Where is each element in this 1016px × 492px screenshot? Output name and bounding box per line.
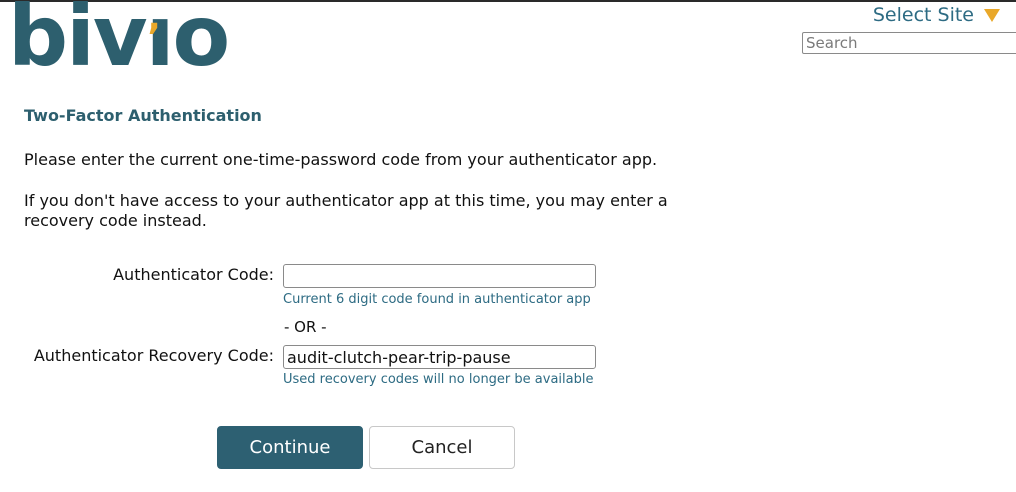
page: bivı,o ™ Select Site Two-Factor Authenti… xyxy=(0,0,1016,492)
authenticator-code-label: Authenticator Code: xyxy=(113,265,274,284)
bivio-logo[interactable]: bivı, o ™ xyxy=(8,0,230,78)
logo-text-bi: bi xyxy=(8,0,95,85)
logo-text-i: ı, xyxy=(145,0,175,85)
instructions-text: Please enter the current one-time-passwo… xyxy=(24,150,658,169)
recovery-code-hint: Used recovery codes will no longer be av… xyxy=(283,372,594,387)
triangle-down-icon xyxy=(984,8,1000,22)
select-site-dropdown[interactable]: Select Site xyxy=(873,4,1000,26)
cancel-button[interactable]: Cancel xyxy=(369,426,515,469)
page-title: Two-Factor Authentication xyxy=(24,106,262,125)
logo-text-v: v xyxy=(92,0,148,85)
select-site-label: Select Site xyxy=(872,4,974,26)
search-input[interactable] xyxy=(802,32,1016,54)
authenticator-code-hint: Current 6 digit code found in authentica… xyxy=(283,292,591,307)
continue-button[interactable]: Continue xyxy=(217,426,363,469)
recovery-note-text: If you don't have access to your authent… xyxy=(24,191,668,230)
recovery-code-label: Authenticator Recovery Code: xyxy=(33,346,274,365)
logo-trademark: ™ xyxy=(204,23,212,32)
logo-text-o: o xyxy=(172,0,230,85)
recovery-code-input[interactable] xyxy=(283,345,596,369)
authenticator-code-input[interactable] xyxy=(283,264,596,288)
logo-comma: , xyxy=(147,0,161,38)
or-separator: - OR - xyxy=(284,318,327,336)
